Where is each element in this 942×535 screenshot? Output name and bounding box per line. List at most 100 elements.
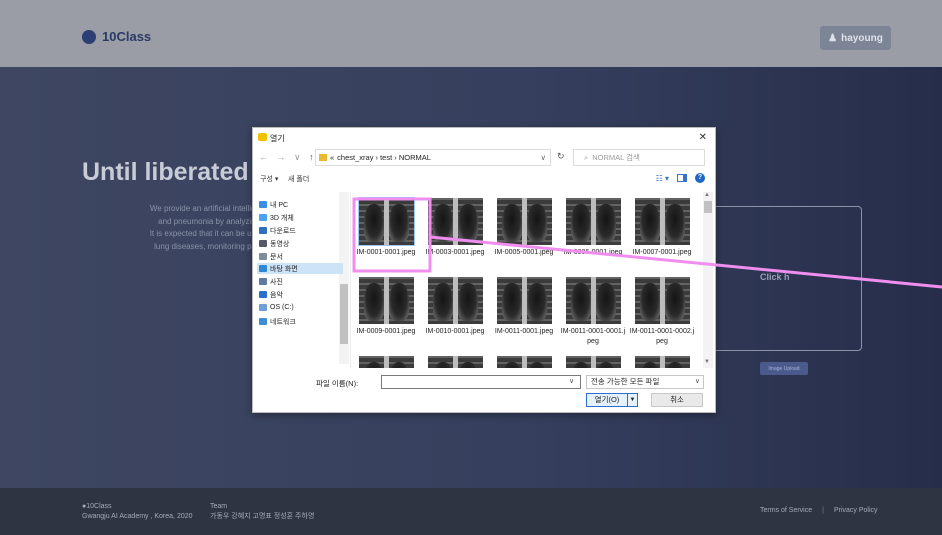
sidebar-item-label: 네트워크 — [270, 318, 296, 326]
toolbar-right: ☷ ▾ ? — [656, 173, 705, 183]
footer-brand: ●10Class Gwangju AI Academy , Korea, 202… — [82, 502, 193, 522]
open-button[interactable]: 열기(O) ▼ — [586, 393, 638, 407]
footer-team: Team 가동우 강혜지 고명표 정성훈 주하영 — [210, 502, 314, 522]
search-placeholder: NORMAL 검색 — [592, 153, 640, 162]
music-icon — [259, 291, 267, 298]
sidebar-item[interactable]: 문서 — [259, 251, 283, 262]
file-item[interactable] — [422, 356, 488, 368]
image-upload-button[interactable]: Image Upload — [760, 362, 808, 375]
filename-label: 파일 이름(N): — [316, 379, 359, 388]
sidebar-item[interactable]: OS (C:) — [259, 302, 294, 313]
xray-thumbnail-icon — [565, 198, 621, 245]
file-item[interactable]: IM-0009-0001.jpeg — [353, 277, 419, 337]
sidebar-item-label: 사진 — [270, 278, 283, 286]
file-item[interactable]: IM-0006-0001.jpeg — [560, 198, 626, 258]
file-name: IM-0003-0001.jpeg — [425, 249, 485, 256]
file-item[interactable]: IM-0007-0001.jpeg — [629, 198, 695, 258]
filename-input[interactable] — [381, 375, 581, 389]
file-list-scroll-thumb[interactable] — [704, 201, 712, 213]
preview-pane-icon[interactable] — [677, 174, 687, 182]
privacy-link[interactable]: Privacy Policy — [834, 507, 878, 514]
app-icon — [258, 133, 267, 141]
xray-thumbnail-icon — [565, 356, 621, 368]
file-item[interactable]: IM-0003-0001.jpeg — [422, 198, 488, 258]
sidebar-item[interactable]: 다운로드 — [259, 225, 296, 236]
xray-thumbnail-icon — [358, 356, 414, 368]
cancel-button[interactable]: 취소 — [651, 393, 703, 407]
xray-thumbnail-icon — [427, 356, 483, 368]
new-folder-button[interactable]: 새 폴더 — [288, 174, 309, 184]
chevron-down-icon[interactable]: ∨ — [541, 153, 547, 162]
file-item[interactable] — [491, 356, 557, 368]
sidebar-item[interactable]: 음악 — [259, 289, 283, 300]
terms-link[interactable]: Terms of Service — [760, 507, 812, 514]
file-item[interactable] — [629, 356, 695, 368]
filetype-select[interactable]: 전송 가능한 모든 파일 ∨ — [586, 375, 704, 389]
file-item[interactable] — [560, 356, 626, 368]
address-path[interactable]: chest_xray › test › NORMAL — [337, 153, 431, 162]
xray-thumbnail-icon — [634, 356, 690, 368]
sidebar-scroll-thumb[interactable] — [340, 284, 348, 344]
footer-links: Terms of Service | Privacy Policy — [760, 507, 878, 514]
file-name: IM-0007-0001.jpeg — [632, 249, 692, 256]
computer-icon — [259, 201, 267, 208]
footer-team-members: 가동우 강혜지 고명표 정성훈 주하영 — [210, 513, 315, 520]
sidebar-item[interactable]: 동영상 — [259, 238, 289, 249]
hero-description: We provide an artificial intellige and p… — [100, 203, 260, 253]
sidebar-item[interactable]: 네트워크 — [259, 316, 296, 327]
user-button[interactable]: ♟ hayoung — [820, 26, 891, 50]
file-item[interactable]: IM-0011-0001.jpeg — [491, 277, 557, 337]
file-name: IM-0011-0001-0002.jpeg — [629, 328, 695, 345]
file-item[interactable]: IM-0010-0001.jpeg — [422, 277, 488, 337]
sidebar-item[interactable]: 사진 — [259, 276, 283, 287]
drive-icon — [259, 304, 267, 311]
footer-team-label: Team — [210, 503, 228, 510]
view-options-icon[interactable]: ☷ ▾ — [656, 174, 669, 183]
sidebar-item-label: 다운로드 — [270, 227, 296, 235]
xray-thumbnail-icon — [427, 198, 483, 245]
sidebar-item[interactable]: 바탕 화면 — [257, 263, 343, 274]
open-button-label: 열기(O) — [594, 395, 620, 404]
hero-desc-line: It is expected that it can be use — [149, 229, 260, 238]
navigation-bar: ← → ∨ ↑ « chest_xray › test › NORMAL ∨ ↻… — [253, 149, 715, 167]
open-split-arrow-icon[interactable]: ▼ — [627, 394, 637, 406]
document-icon — [259, 253, 267, 260]
scroll-up-icon[interactable]: ▲ — [704, 192, 710, 198]
search-input[interactable]: ⌕ NORMAL 검색 — [573, 149, 705, 166]
sidebar-item-label: OS (C:) — [270, 304, 294, 311]
logo[interactable]: 10Class — [82, 29, 151, 44]
folder-icon — [319, 154, 327, 161]
refresh-icon[interactable]: ↻ — [557, 151, 565, 162]
dialog-titlebar[interactable]: 열기 ✕ — [253, 128, 715, 147]
nav-arrows-text[interactable]: ← → ∨ — [259, 152, 304, 162]
file-item[interactable]: IM-0005-0001.jpeg — [491, 198, 557, 258]
navigation-pane: 내 PC 3D 개체다운로드동영상문서 바탕 화면사진음악 OS (C:) 네트워크 — [253, 192, 351, 368]
help-icon[interactable]: ? — [695, 173, 705, 183]
file-name: IM-0011-0001-0001.jpeg — [560, 328, 626, 345]
close-icon[interactable]: ✕ — [699, 132, 707, 143]
file-name: IM-0011-0001.jpeg — [494, 328, 554, 335]
file-list-scrollbar[interactable] — [703, 192, 713, 368]
sidebar-item[interactable]: 내 PC — [259, 199, 288, 210]
file-item[interactable]: IM-0011-0001-0002.jpeg — [629, 277, 695, 347]
sidebar-item[interactable]: 3D 개체 — [259, 212, 294, 223]
scroll-down-icon[interactable]: ▼ — [704, 359, 710, 365]
sidebar-item-label: 3D 개체 — [270, 214, 294, 222]
file-item[interactable] — [353, 356, 419, 368]
hero-desc-line: We provide an artificial intellige — [149, 204, 260, 213]
sidebar-item-label: 음악 — [270, 291, 283, 299]
address-bar[interactable]: « chest_xray › test › NORMAL ∨ — [315, 149, 551, 166]
file-item[interactable]: IM-0001-0001.jpeg — [353, 197, 419, 258]
hero-title: Until liberated f — [82, 158, 264, 186]
filename-history-chevron-icon[interactable]: ∨ — [569, 377, 574, 385]
xray-thumbnail-icon — [358, 277, 414, 324]
organize-button[interactable]: 구성 ▾ — [260, 174, 278, 184]
search-icon: ⌕ — [584, 152, 589, 162]
file-name: IM-0006-0001.jpeg — [563, 249, 623, 256]
sidebar-item-label: 동영상 — [270, 240, 290, 248]
cube-icon — [259, 214, 267, 221]
footer-address: Gwangju AI Academy , Korea, 2020 — [82, 513, 193, 520]
nav-back-forward-icon[interactable]: ← → ∨ ↑ — [259, 152, 317, 163]
file-item[interactable]: IM-0011-0001-0001.jpeg — [560, 277, 626, 347]
xray-thumbnail-icon — [496, 198, 552, 245]
